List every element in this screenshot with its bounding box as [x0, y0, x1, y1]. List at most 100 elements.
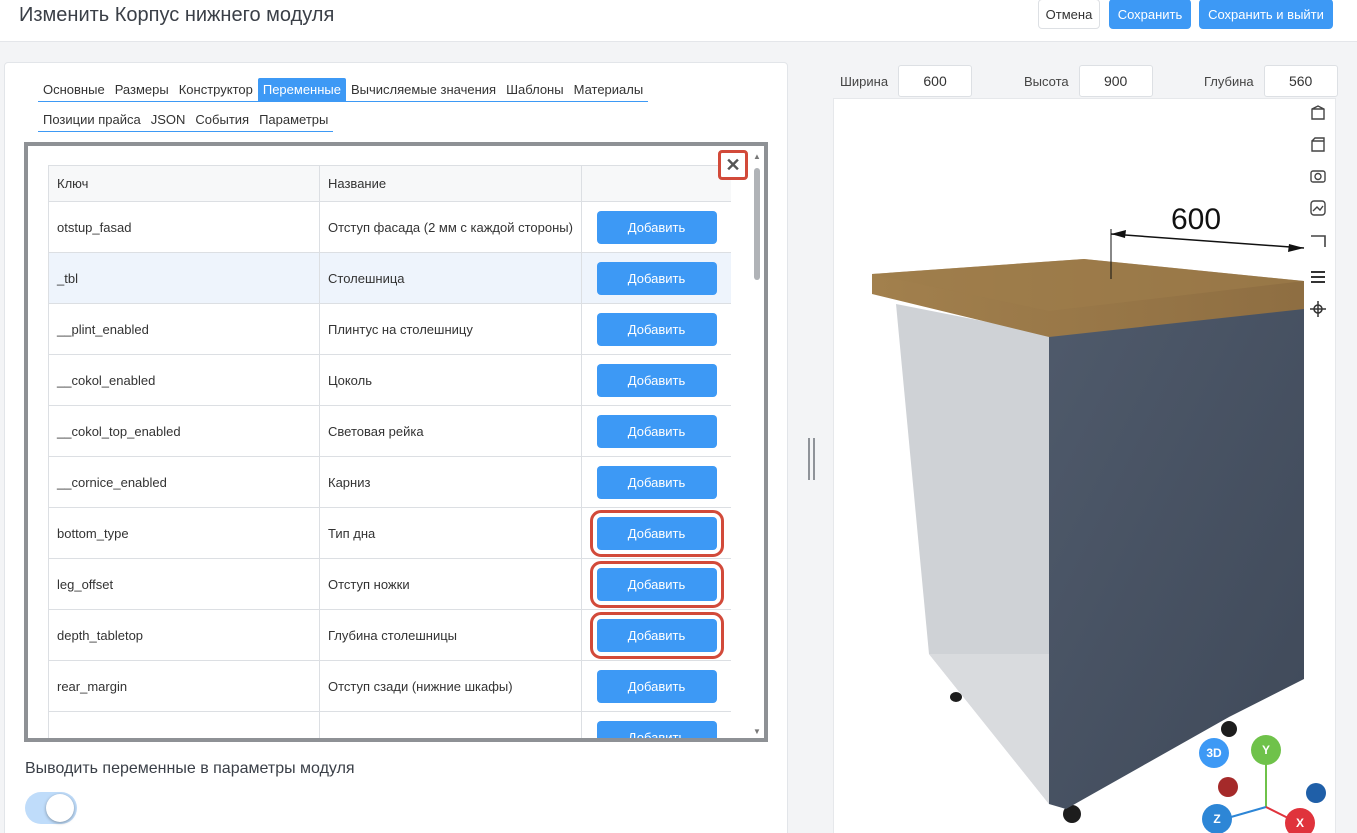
view-top-icon[interactable]	[1307, 134, 1329, 156]
column-header-actions	[581, 165, 731, 202]
add-button[interactable]: Добавить	[589, 509, 724, 557]
axis-neg-x-button[interactable]	[1218, 777, 1238, 797]
row-key: _tbl	[48, 252, 320, 304]
table-row: rear_margin Отступ сзади (нижние шкафы) …	[48, 660, 731, 712]
column-header-name: Название	[319, 165, 582, 202]
row-name: Карниз	[319, 456, 582, 508]
table-row: __cornice_enabled Карниз Добавить	[48, 456, 731, 508]
cancel-button[interactable]: Отмена	[1038, 0, 1100, 29]
add-button[interactable]: Добавить	[596, 312, 717, 346]
table-row: depth_tabletop Глубина столешницы Добави…	[48, 609, 731, 661]
row-key: __cokol_enabled	[48, 354, 320, 406]
3d-viewport[interactable]: 600 3D Y Z X	[833, 98, 1336, 833]
vars-to-params-label: Выводить переменные в параметры модуля	[25, 760, 355, 777]
toggle-knob	[46, 794, 74, 822]
row-name: Столешница	[319, 252, 582, 304]
camera-icon[interactable]	[1307, 165, 1329, 187]
row-key	[48, 711, 320, 738]
row-name	[319, 711, 582, 738]
row-name: Отступ ножки	[319, 558, 582, 610]
row-name: Плинтус на столешницу	[319, 303, 582, 355]
variables-table-container: Ключ Название otstup_fasad Отступ фасада…	[48, 165, 731, 738]
panel-splitter[interactable]	[807, 438, 817, 480]
row-key: otstup_fasad	[48, 201, 320, 253]
menu-icon[interactable]	[1307, 266, 1329, 288]
height-field: Высота	[1024, 64, 1153, 98]
row-name: Отступ фасада (2 мм с каждой стороны)	[319, 201, 582, 253]
row-name: Отступ сзади (нижние шкафы)	[319, 660, 582, 712]
row-key: depth_tabletop	[48, 609, 320, 661]
cabinet-leg	[950, 692, 962, 702]
row-name: Глубина столешницы	[319, 609, 582, 661]
depth-field: Глубина	[1204, 64, 1338, 98]
add-button[interactable]: Добавить	[596, 669, 717, 703]
add-button[interactable]: Добавить	[596, 720, 717, 738]
tabs-row-2: Позиции прайса JSON События Параметры	[38, 108, 334, 132]
add-button[interactable]: Добавить	[596, 414, 717, 448]
vars-to-params-toggle[interactable]	[25, 792, 77, 824]
cabinet-scene: 600	[872, 203, 1305, 823]
add-button[interactable]: Добавить	[596, 465, 717, 499]
add-button[interactable]: Добавить	[589, 611, 724, 659]
depth-input[interactable]	[1263, 65, 1338, 97]
add-button[interactable]: Добавить	[596, 210, 717, 244]
tab-materials[interactable]: Материалы	[569, 78, 649, 102]
close-modal-button[interactable]: ✕	[718, 150, 748, 180]
tab-variables[interactable]: Переменные	[257, 77, 346, 102]
row-key: __plint_enabled	[48, 303, 320, 355]
row-name: Световая рейка	[319, 405, 582, 457]
add-button[interactable]: Добавить	[596, 363, 717, 397]
tab-parameters[interactable]: Параметры	[254, 108, 333, 132]
height-label: Высота	[1024, 73, 1069, 89]
variables-table: Ключ Название otstup_fasad Отступ фасада…	[48, 165, 731, 738]
add-button[interactable]: Добавить	[589, 560, 724, 608]
image-icon[interactable]	[1307, 197, 1329, 219]
dimension-icon[interactable]	[1307, 230, 1329, 252]
table-row: bottom_type Тип дна Добавить	[48, 507, 731, 559]
tab-templates[interactable]: Шаблоны	[501, 78, 569, 102]
modal-scrollbar[interactable]: ▲ ▼	[752, 152, 762, 736]
table-header-row: Ключ Название	[48, 165, 731, 202]
tab-json[interactable]: JSON	[146, 108, 191, 132]
row-name: Цоколь	[319, 354, 582, 406]
tab-sizes[interactable]: Размеры	[110, 78, 174, 102]
row-key: __cornice_enabled	[48, 456, 320, 508]
variables-modal: Ключ Название otstup_fasad Отступ фасада…	[24, 142, 768, 742]
dimension-label: 600	[1171, 203, 1221, 236]
width-label: Ширина	[840, 73, 889, 89]
axis-y-label: Y	[1262, 743, 1270, 757]
axis-gizmo[interactable]: 3D Y Z X	[1192, 729, 1332, 833]
row-key: __cokol_top_enabled	[48, 405, 320, 457]
table-row: __cokol_top_enabled Световая рейка Добав…	[48, 405, 731, 457]
tab-constructor[interactable]: Конструктор	[174, 78, 258, 102]
save-and-exit-button[interactable]: Сохранить и выйти	[1199, 0, 1333, 29]
tab-basic[interactable]: Основные	[38, 78, 110, 102]
scroll-up-arrow-icon[interactable]: ▲	[753, 152, 761, 161]
axis-z-label: Z	[1213, 812, 1220, 826]
add-button[interactable]: Добавить	[596, 261, 717, 295]
close-icon: ✕	[725, 154, 741, 175]
table-row: Добавить	[48, 711, 731, 738]
tab-computed-values[interactable]: Вычисляемые значения	[346, 78, 501, 102]
view-front-icon[interactable]	[1307, 102, 1329, 124]
table-row: __cokol_enabled Цоколь Добавить	[48, 354, 731, 406]
tab-price-positions[interactable]: Позиции прайса	[38, 108, 146, 132]
depth-label: Глубина	[1204, 73, 1254, 89]
row-name: Тип дна	[319, 507, 582, 559]
table-row: __plint_enabled Плинтус на столешницу До…	[48, 303, 731, 355]
table-row: leg_offset Отступ ножки Добавить	[48, 558, 731, 610]
save-button[interactable]: Сохранить	[1109, 0, 1191, 29]
move-icon[interactable]	[1307, 298, 1329, 320]
row-key: rear_margin	[48, 660, 320, 712]
tab-events[interactable]: События	[190, 108, 254, 132]
axis-x-label: X	[1296, 816, 1304, 830]
width-input[interactable]	[898, 65, 973, 97]
height-input[interactable]	[1078, 65, 1153, 97]
scroll-thumb[interactable]	[754, 168, 760, 280]
scroll-down-arrow-icon[interactable]: ▼	[753, 727, 761, 736]
axis-neg-z-button[interactable]	[1306, 783, 1326, 803]
table-row: otstup_fasad Отступ фасада (2 мм с каждо…	[48, 201, 731, 253]
table-row: _tbl Столешница Добавить	[48, 252, 731, 304]
row-key: leg_offset	[48, 558, 320, 610]
width-field: Ширина	[840, 64, 973, 98]
